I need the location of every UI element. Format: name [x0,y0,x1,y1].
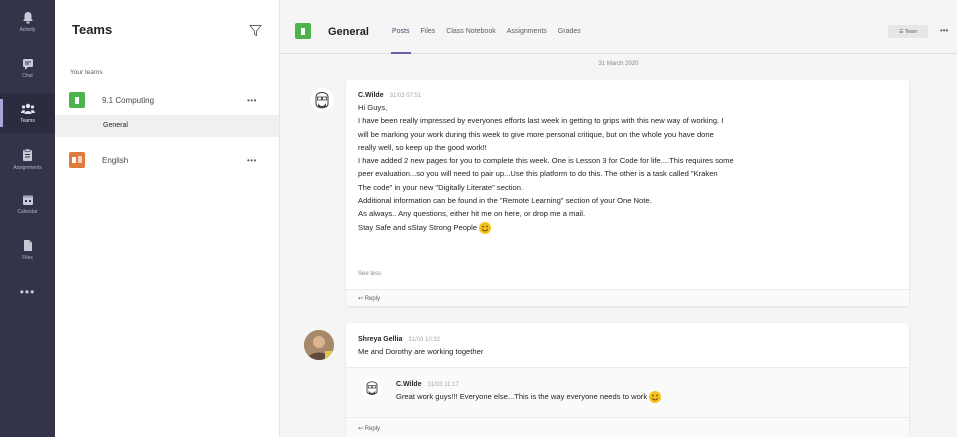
tab-grades[interactable]: Grades [558,28,581,35]
rail-label: Assignments [13,165,42,171]
rail-label: Teams [20,118,35,124]
tab-class-notebook[interactable]: Class Notebook [446,28,495,35]
channel-main: General Posts Files Class Notebook Assig… [280,0,957,437]
post-card: Shreya Gellia 31/03 10:32 Me and Dorothy … [346,323,909,437]
channel-name: General [103,122,128,129]
avatar[interactable] [310,88,334,112]
rail-item-teams[interactable]: Teams [0,93,55,133]
post-timestamp: 31/03 10:32 [408,337,441,343]
post-card: C.Wilde 31/03 07:51 Hi Guys, I have been … [346,80,909,306]
post-line: I have added 2 new pages for you to comp… [358,156,734,166]
reply-author[interactable]: C.Wilde [396,381,422,388]
rail-label: Calendar [17,209,38,215]
post-author[interactable]: Shreya Gellia [358,336,402,343]
teams-panel-title: Teams [72,22,113,37]
files-icon [21,239,35,252]
post-body: Hi Guys, I have been really impressed by… [358,101,734,234]
reply-timestamp: 31/03 11:17 [427,382,459,388]
channel-tabs: Posts Files Class Notebook Assignments G… [391,28,581,54]
team-item-computing[interactable]: 9.1 Computing ••• [55,87,279,113]
post-timestamp: 31/03 07:51 [389,93,422,99]
teams-panel: Teams Your teams 9.1 Computing ••• Gener… [55,0,280,437]
filter-icon[interactable] [249,24,262,37]
tab-posts[interactable]: Posts [391,28,411,54]
post-line-last: Stay Safe and sStay Strong People [358,221,734,234]
post-line: As always.. Any questions, either hit me… [358,209,586,219]
channel-header: General Posts Files Class Notebook Assig… [280,0,957,54]
team-more-options-button[interactable]: ••• [247,96,257,105]
bell-icon [21,11,35,24]
team-name: 9.1 Computing [102,95,155,105]
post-line: The code" in your new "Digitally Literat… [358,182,524,192]
avatar[interactable] [304,330,334,360]
reply-button[interactable]: ↩ Reply [346,417,909,437]
post-line: Additional information can be found in t… [358,196,652,206]
reply-header: C.Wilde 31/03 11:17 [396,378,459,388]
post-line: Stay Safe and sStay Strong People [358,222,478,232]
tab-files[interactable]: Files [421,28,436,35]
rail-item-files[interactable]: Files [0,230,55,270]
your-teams-label: Your teams [70,69,103,76]
smile-emoji-icon [479,221,492,234]
post-line: Hi Guys, [358,103,388,112]
channel-more-options-button[interactable]: ••• [940,26,948,35]
channel-title: General [328,26,369,38]
post-line: I have been really impressed by everyone… [358,116,724,126]
avatar[interactable] [362,378,382,398]
more-apps-button[interactable]: ••• [0,285,55,299]
rail-item-activity[interactable]: Activity [0,2,55,42]
post-line: really well, so keep up the good work!! [358,142,487,152]
team-item-english[interactable]: English ••• [55,147,279,173]
reply-text: Great work guys!!! Everyone else...This … [396,392,648,401]
reply-text-line: Great work guys!!! Everyone else...This … [396,390,662,403]
team-avatar [69,92,85,108]
rail-item-chat[interactable]: Chat [0,48,55,88]
post-line: will be marking your work during this we… [358,129,714,139]
team-more-options-button[interactable]: ••• [247,156,257,165]
date-divider: 31 March 2020 [598,61,639,67]
app-rail: Activity Chat Teams Assignments Calendar… [0,0,55,437]
calendar-icon [21,193,35,206]
team-avatar [69,152,85,168]
reply-thread: C.Wilde 31/03 11:17 Great work guys!!! Ev… [346,367,909,437]
post-author[interactable]: C.Wilde [358,92,384,99]
chat-icon [21,57,35,70]
rail-label: Chat [22,73,33,79]
post-header: C.Wilde 31/03 07:51 [358,89,421,99]
team-button[interactable]: ☰ Team [888,25,928,38]
post-line: peer evaluation...so you will need to pa… [358,169,718,179]
rail-item-calendar[interactable]: Calendar [0,184,55,224]
team-name: English [102,155,129,165]
reply-button[interactable]: ↩ Reply [346,289,909,306]
rail-label: Activity [19,27,36,33]
teams-icon [20,102,35,115]
see-less-link[interactable]: See less [358,271,381,277]
rail-item-assignments[interactable]: Assignments [0,140,55,180]
tab-assignments[interactable]: Assignments [507,28,547,35]
assignments-icon [21,149,35,162]
post-text: Me and Dorothy are working together [358,347,484,356]
channel-avatar [295,23,311,39]
post-header: Shreya Gellia 31/03 10:32 [358,333,440,343]
channel-item-general[interactable]: General [55,115,279,137]
smile-emoji-icon [649,391,662,403]
rail-label: Files [22,255,33,261]
